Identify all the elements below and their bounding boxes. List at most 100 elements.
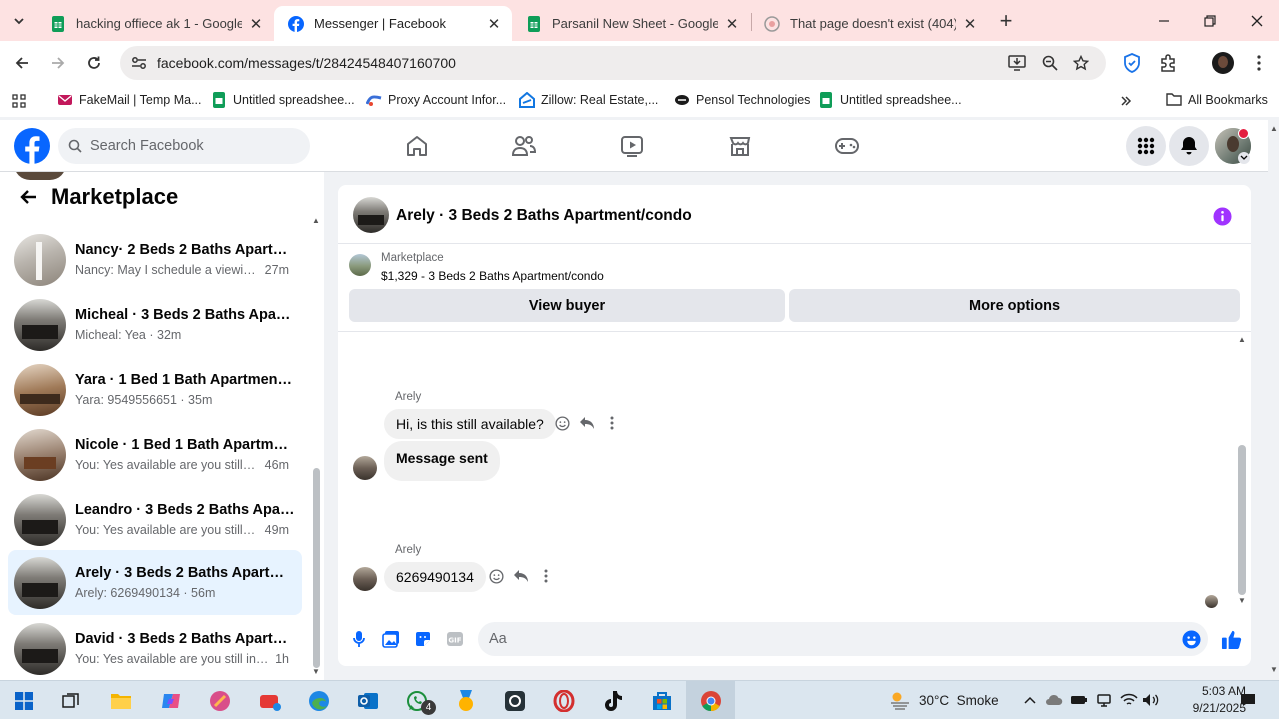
task-view-icon[interactable] <box>56 686 86 716</box>
like-thumb-icon[interactable] <box>1219 627 1243 651</box>
conversation-item[interactable]: Nicole · 1 Bed 1 Bath Apartment... You: … <box>8 425 302 485</box>
sidebar-scroll-thumb[interactable] <box>313 468 320 668</box>
message-bubble[interactable]: Message sent <box>384 441 500 481</box>
react-emoji-icon[interactable] <box>488 568 504 584</box>
clock-time[interactable]: 5:03 AM <box>1166 684 1246 698</box>
browser-tab-active[interactable]: Messenger | Facebook ✕ <box>274 6 512 41</box>
bookmark-item[interactable]: Untitled spreadshee... <box>818 92 962 108</box>
bookmark-item[interactable]: Proxy Account Infor... <box>365 92 506 108</box>
conversation-item[interactable]: David · 3 Beds 2 Baths Apartme... You: Y… <box>8 619 302 679</box>
page-scrollbar[interactable]: ▲ ▼ <box>1268 120 1279 680</box>
restore-window-icon[interactable] <box>1196 9 1224 33</box>
file-explorer-icon[interactable] <box>106 686 136 716</box>
reply-icon[interactable] <box>513 568 529 584</box>
back-arrow-icon[interactable] <box>10 51 34 75</box>
sidebar-scrollbar[interactable]: ▲ ▼ <box>309 216 323 680</box>
facebook-search-input[interactable]: Search Facebook <box>58 128 310 164</box>
conversation-item[interactable]: Nancy· 2 Beds 2 Baths Apartme... Nancy: … <box>8 230 302 290</box>
gaming-icon[interactable] <box>833 132 861 160</box>
facebook-logo-icon[interactable] <box>14 128 50 164</box>
app-badge-icon[interactable] <box>255 686 285 716</box>
edge-browser-icon[interactable] <box>304 686 334 716</box>
close-tab-icon[interactable]: ✕ <box>962 16 978 33</box>
listing-description[interactable]: $1,329 - 3 Beds 2 Baths Apartment/condo <box>381 269 604 283</box>
site-info-icon[interactable] <box>131 56 147 70</box>
minimize-window-icon[interactable] <box>1150 9 1178 33</box>
browser-tab[interactable]: hacking offiece ak 1 - Google Sh ✕ <box>36 6 274 41</box>
profile-avatar[interactable] <box>1212 52 1234 74</box>
forward-arrow-icon[interactable] <box>46 51 70 75</box>
browser-tab[interactable]: That page doesn't exist (404) - F ✕ <box>750 6 988 41</box>
info-icon[interactable] <box>1212 206 1232 226</box>
browser-tab[interactable]: Parsanil New Sheet - Google She ✕ <box>512 6 750 41</box>
weather-text[interactable]: 30°C Smoke <box>919 693 999 708</box>
browser-menu-icon[interactable] <box>1248 52 1270 74</box>
tab-search-icon[interactable] <box>8 10 30 32</box>
conversation-item[interactable]: Leandro · 3 Beds 2 Baths Apart... You: Y… <box>8 490 302 550</box>
close-tab-icon[interactable]: ✕ <box>724 16 740 33</box>
volume-icon[interactable] <box>1142 692 1160 708</box>
home-icon[interactable] <box>403 132 431 160</box>
onedrive-cloud-icon[interactable] <box>1045 692 1063 708</box>
apps-grid-icon[interactable] <box>11 93 27 109</box>
conversation-item[interactable]: Micheal · 3 Beds 2 Baths Apart... Michea… <box>8 295 302 355</box>
reload-icon[interactable] <box>82 51 106 75</box>
microphone-icon[interactable] <box>349 629 369 649</box>
show-hidden-icons[interactable] <box>1022 692 1038 708</box>
message-bubble[interactable]: Hi, is this still available? <box>384 409 556 439</box>
battery-saver-icon[interactable] <box>1070 692 1088 708</box>
photo-gallery-icon[interactable] <box>381 629 401 649</box>
clock-date[interactable]: 9/21/2025 <box>1166 701 1246 715</box>
new-tab-icon[interactable]: + <box>994 8 1018 33</box>
conversation-item-selected[interactable]: Arely · 3 Beds 2 Baths Apartmen... Arely… <box>8 550 302 615</box>
emoji-picker-icon[interactable] <box>1181 629 1201 649</box>
device-icon[interactable] <box>1095 692 1113 708</box>
medal-app-icon[interactable] <box>451 686 481 716</box>
bookmark-item[interactable]: Pensol Technologies <box>674 92 810 108</box>
chat-scroll-thumb[interactable] <box>1238 445 1246 595</box>
bookmark-star-icon[interactable] <box>1072 54 1090 72</box>
brave-shield-icon[interactable] <box>1121 52 1143 74</box>
settings-app-icon[interactable] <box>500 686 530 716</box>
close-tab-icon[interactable]: ✕ <box>248 16 264 33</box>
chat-avatar[interactable] <box>353 197 389 233</box>
outlook-icon[interactable] <box>353 686 383 716</box>
notification-center-icon[interactable] <box>1238 691 1258 709</box>
close-tab-icon[interactable]: ✕ <box>486 16 502 33</box>
bookmark-item[interactable]: Zillow: Real Estate,... <box>519 91 658 108</box>
zoom-icon[interactable] <box>1041 54 1059 72</box>
bookmark-item[interactable]: Untitled spreadshee... <box>211 92 355 108</box>
friends-icon[interactable] <box>510 132 538 160</box>
more-bookmarks-icon[interactable] <box>1117 92 1135 110</box>
notifications-bell-icon[interactable] <box>1169 126 1209 166</box>
bookmark-item[interactable]: FakeMail | Temp Ma... <box>57 92 202 108</box>
menu-grid-icon[interactable] <box>1126 126 1166 166</box>
install-app-icon[interactable] <box>1008 54 1026 72</box>
view-buyer-button[interactable]: View buyer <box>349 289 785 322</box>
extensions-puzzle-icon[interactable] <box>1157 52 1179 74</box>
microsoft-store-icon[interactable] <box>647 686 677 716</box>
gif-icon[interactable]: GIF <box>445 629 465 649</box>
chat-header-title[interactable]: Arely · 3 Beds 2 Baths Apartment/condo <box>396 207 692 225</box>
react-emoji-icon[interactable] <box>554 415 570 431</box>
conversation-item[interactable]: Yara · 1 Bed 1 Bath Apartment/c... Yara:… <box>8 360 302 420</box>
wifi-icon[interactable] <box>1120 692 1138 708</box>
design-app-icon[interactable] <box>205 686 235 716</box>
more-options-button[interactable]: More options <box>789 289 1240 322</box>
close-window-icon[interactable] <box>1243 9 1271 33</box>
video-icon[interactable] <box>618 132 646 160</box>
marketplace-icon[interactable] <box>726 132 754 160</box>
message-input[interactable]: Aa <box>478 622 1208 656</box>
sticker-icon[interactable] <box>413 629 433 649</box>
account-chevron-icon[interactable] <box>1238 152 1250 164</box>
message-bubble[interactable]: 6269490134 <box>384 562 486 592</box>
copilot-icon[interactable] <box>156 686 186 716</box>
all-bookmarks[interactable]: All Bookmarks <box>1166 92 1268 108</box>
weather-icon[interactable] <box>888 689 912 711</box>
windows-start-icon[interactable] <box>9 686 39 716</box>
address-bar[interactable]: facebook.com/messages/t/2842454840716070… <box>120 46 1106 80</box>
message-more-icon[interactable] <box>538 568 554 584</box>
tiktok-icon[interactable] <box>598 686 628 716</box>
back-arrow-icon[interactable] <box>16 185 40 209</box>
chrome-taskbar-active[interactable] <box>686 681 735 719</box>
